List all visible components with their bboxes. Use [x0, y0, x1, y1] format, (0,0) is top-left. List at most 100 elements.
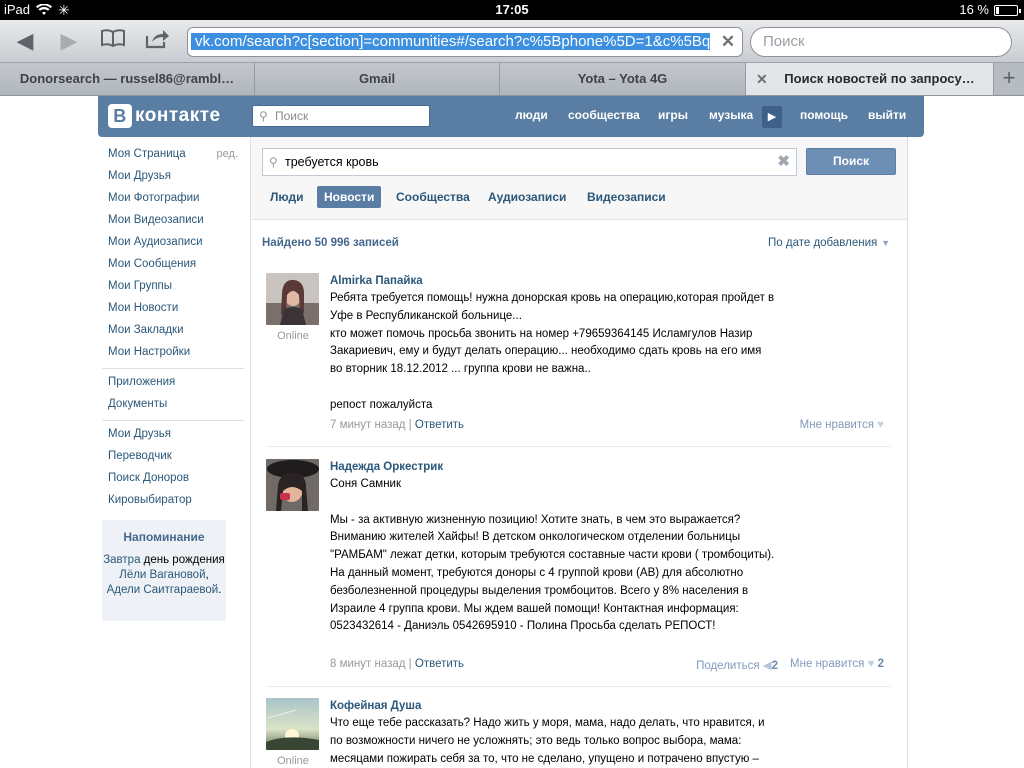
post-divider — [266, 686, 891, 687]
post-author[interactable]: Almirka Папайка — [330, 275, 423, 287]
like-button[interactable]: Мне нравится ♥ — [800, 419, 884, 431]
heart-icon: ♥ — [867, 658, 875, 670]
reply-link[interactable]: Ответить — [415, 419, 464, 431]
play-icon[interactable]: ▶ — [762, 106, 782, 128]
tab-yota[interactable]: Yota – Yota 4G — [500, 63, 746, 95]
post-text: Ребята требуется помощь! нужна донорская… — [330, 292, 775, 411]
menu-movie-picker[interactable]: Кировыбиратор — [102, 491, 244, 513]
menu-my-bookmarks[interactable]: Мои Закладки — [102, 321, 244, 343]
sort-dropdown[interactable]: По дате добавления ▼ — [768, 237, 890, 249]
query-text: требуется кровь — [285, 155, 379, 169]
browser-search-field[interactable]: Поиск — [750, 27, 1012, 57]
share-count: 2 — [771, 660, 779, 672]
address-bar[interactable]: vk.com/search?c[section]=communities#/se… — [187, 27, 743, 57]
back-arrow-icon[interactable]: ◀ — [10, 28, 40, 54]
ios-status-bar: iPad ✳ 17:05 16 % — [0, 0, 1024, 20]
heart-icon: ♥ — [877, 419, 884, 431]
bookmarks-icon[interactable] — [98, 28, 128, 54]
tab-label: Donorsearch — russel86@rambl… — [19, 71, 235, 86]
post-author[interactable]: Надежда Оркестрик — [330, 461, 443, 473]
battery-fill — [996, 6, 1000, 14]
tab-video[interactable]: Видеозаписи — [580, 186, 673, 208]
friend-link-1[interactable]: Лёли Вагановой — [119, 569, 205, 581]
online-status: Online — [277, 330, 309, 342]
share-icon[interactable] — [142, 28, 172, 54]
reminder-text: Завтра день рождения Лёли Вагановой, Аде… — [102, 553, 226, 598]
reply-link[interactable]: Ответить — [415, 658, 464, 670]
nav-help[interactable]: помощь — [800, 96, 848, 137]
meta-separator: | — [405, 658, 415, 670]
tab-news[interactable]: Новости — [317, 186, 382, 208]
tab-gmail[interactable]: Gmail — [255, 63, 500, 95]
browser-toolbar: ◀ ▶ vk.com/search?c[section]=communities… — [0, 20, 1024, 63]
menu-my-settings[interactable]: Мои Настройки — [102, 343, 244, 365]
like-label: Мне нравится — [790, 658, 865, 670]
tab-news-search[interactable]: ✕ Поиск новостей по запросу… — [746, 63, 994, 95]
friend-link-2[interactable]: Адели Саитгараевой — [107, 584, 219, 596]
menu-apps[interactable]: Приложения — [102, 373, 244, 395]
avatar[interactable] — [266, 459, 319, 511]
tab-donorsearch[interactable]: Donorsearch — russel86@rambl… — [0, 63, 255, 95]
clear-url-icon[interactable]: ✕ — [720, 33, 736, 50]
meta-separator: | — [405, 419, 415, 431]
avatar[interactable] — [266, 698, 319, 750]
menu-my-page[interactable]: Моя Страница ред. — [102, 145, 244, 167]
vk-search-placeholder: Поиск — [275, 109, 309, 123]
menu-divider — [102, 368, 244, 369]
post-time[interactable]: 8 минут назад — [330, 658, 405, 670]
search-button[interactable]: Поиск — [806, 148, 896, 175]
edit-link[interactable]: ред. — [217, 145, 238, 163]
menu-my-friends-app[interactable]: Мои Друзья — [102, 425, 244, 447]
reminder-end: . — [218, 584, 222, 596]
share-label: Поделиться — [696, 660, 760, 672]
nav-logout[interactable]: выйти — [868, 96, 906, 137]
vk-logo[interactable]: В контакте — [108, 104, 221, 128]
nav-people[interactable]: люди — [515, 96, 548, 137]
like-label: Мне нравится — [799, 419, 874, 431]
post-text: Соня Самник Мы - за активную жизненную п… — [330, 478, 775, 633]
avatar[interactable] — [266, 273, 319, 325]
post-author[interactable]: Кофейная Душа — [330, 700, 421, 712]
menu-translator[interactable]: Переводчик — [102, 447, 244, 469]
menu-my-audio[interactable]: Мои Аудиозаписи — [102, 233, 244, 255]
like-count: 2 — [877, 658, 884, 670]
search-icon: ⚲ — [259, 109, 268, 123]
vk-logo-text: контакте — [135, 105, 221, 126]
browser-tabs: Donorsearch — russel86@rambl… Gmail Yota… — [0, 63, 1024, 96]
tab-people[interactable]: Люди — [263, 186, 311, 208]
vk-logo-letter: В — [108, 104, 132, 128]
menu-my-videos[interactable]: Мои Видеозаписи — [102, 211, 244, 233]
new-tab-button[interactable]: + — [994, 63, 1024, 95]
menu-divider — [102, 420, 244, 421]
nav-games[interactable]: игры — [658, 96, 688, 137]
query-input[interactable]: ⚲ требуется кровь ✖ — [262, 148, 797, 176]
like-button[interactable]: Мне нравится ♥ 2 — [790, 658, 884, 672]
forward-arrow-icon[interactable]: ▶ — [54, 28, 84, 54]
nav-communities[interactable]: сообщества — [568, 96, 640, 137]
left-menu: Моя Страница ред. Мои Друзья Мои Фотограф… — [102, 145, 244, 513]
search-icon: ⚲ — [269, 155, 278, 169]
menu-my-groups[interactable]: Мои Группы — [102, 277, 244, 299]
menu-my-friends[interactable]: Мои Друзья — [102, 167, 244, 189]
menu-documents[interactable]: Документы — [102, 395, 244, 417]
share-button[interactable]: Поделиться ◀2 — [696, 658, 778, 672]
close-tab-icon[interactable]: ✕ — [756, 63, 768, 95]
post-time[interactable]: 7 минут назад — [330, 419, 405, 431]
tomorrow-link[interactable]: Завтра — [103, 554, 140, 566]
clear-query-icon[interactable]: ✖ — [777, 149, 790, 175]
clock: 17:05 — [495, 2, 529, 17]
menu-my-news[interactable]: Мои Новости — [102, 299, 244, 321]
menu-my-messages[interactable]: Мои Сообщения — [102, 255, 244, 277]
vk-search-input[interactable]: ⚲ Поиск — [252, 105, 430, 127]
url-text[interactable]: vk.com/search?c[section]=communities#/se… — [191, 33, 711, 50]
nav-music[interactable]: музыка — [709, 96, 753, 137]
tab-audio[interactable]: Аудиозаписи — [481, 186, 573, 208]
reminder-comma: , — [205, 569, 209, 581]
menu-donor-search[interactable]: Поиск Доноров — [102, 469, 244, 491]
menu-my-photos[interactable]: Мои Фотографии — [102, 189, 244, 211]
sort-label: По дате добавления — [768, 237, 878, 249]
post-divider — [266, 446, 891, 447]
post-meta: 7 минут назад | Ответить — [330, 419, 464, 431]
tab-communities[interactable]: Сообщества — [389, 186, 477, 208]
tab-label: Gmail — [358, 71, 396, 86]
